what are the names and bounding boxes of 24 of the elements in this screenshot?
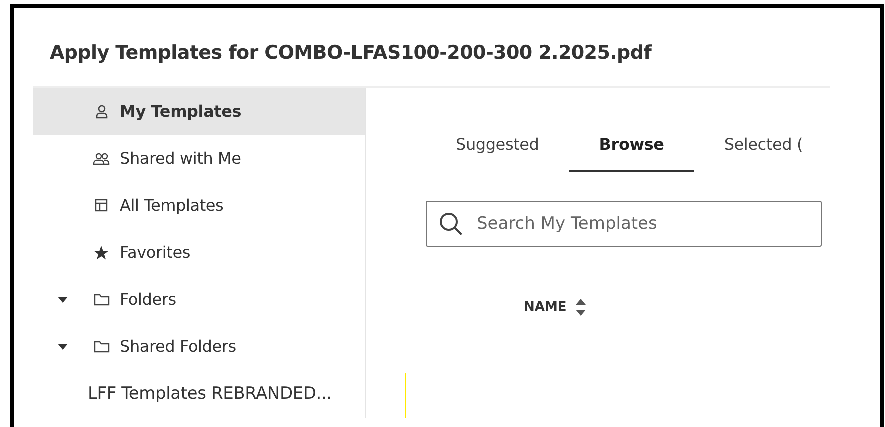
sidebar-item[interactable]: Favorites: [33, 229, 365, 276]
caret-icon[interactable]: [58, 296, 68, 302]
tab[interactable]: Selected (: [694, 133, 830, 172]
sidebar-item[interactable]: LFF Templates REBRANDED...: [33, 370, 365, 417]
column-header[interactable]: NAME: [524, 299, 586, 316]
star-icon: [94, 246, 109, 260]
sidebar-item[interactable]: Folders: [33, 276, 365, 323]
sidebar-item[interactable]: Shared with Me: [33, 135, 365, 182]
column-label: NAME: [524, 300, 567, 315]
users-icon: [92, 152, 110, 164]
text-cursor: [405, 373, 406, 418]
user-icon: [96, 104, 108, 118]
folder-icon: [94, 340, 110, 352]
layout-icon: [95, 199, 108, 212]
tab[interactable]: Browse: [569, 133, 694, 172]
sidebar-item[interactable]: All Templates: [33, 182, 365, 229]
search-field[interactable]: Search My Templates: [426, 201, 822, 247]
folder-icon: [94, 294, 110, 306]
dialog-title: Apply Templates for COMBO-LFAS100-200-300 2.2025.pdf: [49, 41, 653, 66]
sidebar-item[interactable]: My Templates: [33, 88, 365, 135]
caret-icon[interactable]: [58, 344, 68, 350]
tab[interactable]: Suggested: [426, 133, 570, 172]
sidebar-item[interactable]: Shared Folders: [33, 323, 365, 370]
sort-icon[interactable]: [576, 299, 586, 316]
